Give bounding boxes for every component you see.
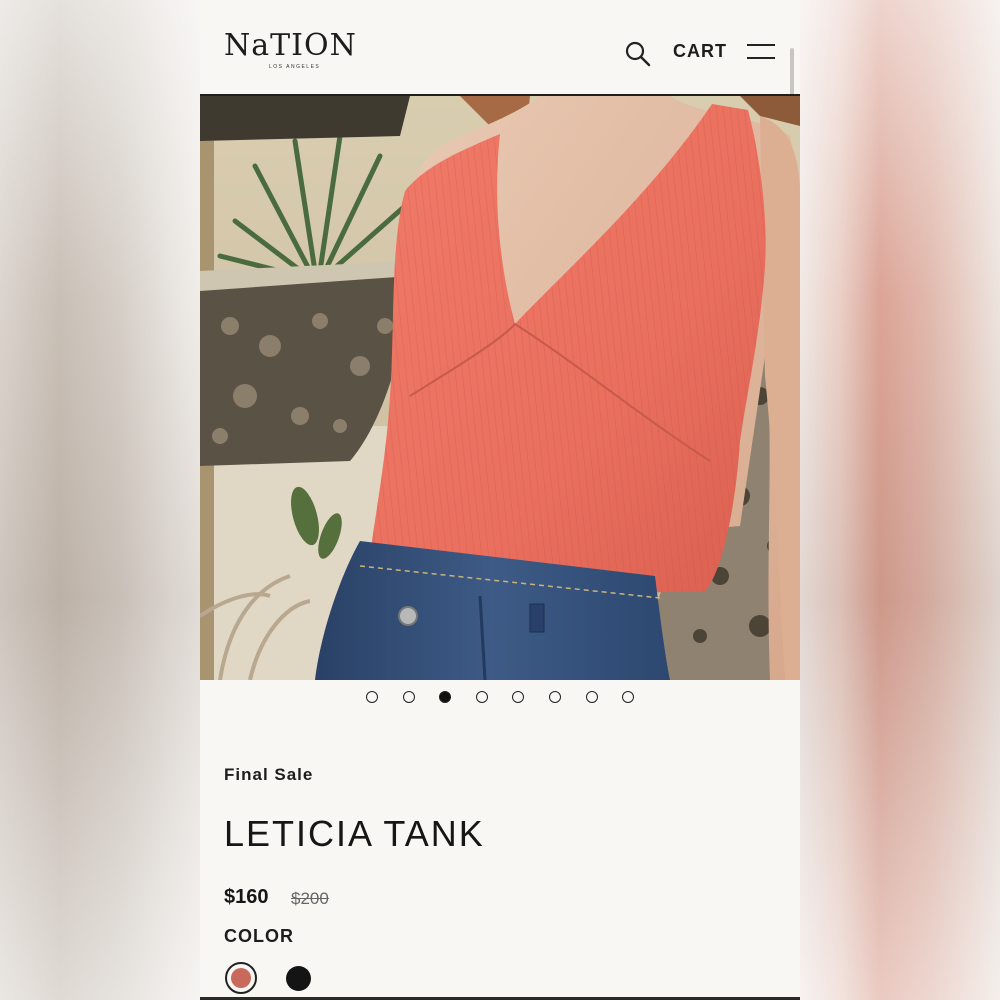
gallery-dot[interactable] <box>549 691 561 703</box>
product-photo <box>200 96 800 680</box>
right-backdrop <box>800 0 1000 1000</box>
search-button[interactable] <box>624 40 652 68</box>
gallery-dot[interactable] <box>366 691 378 703</box>
product-image[interactable] <box>200 96 800 680</box>
gallery-dot[interactable] <box>476 691 488 703</box>
gallery-dot[interactable] <box>586 691 598 703</box>
product-page: NaTION LOS ANGELES CART Final Sale LETIC… <box>200 0 800 1000</box>
original-price: $200 <box>291 889 329 908</box>
gallery-pagination <box>200 691 800 707</box>
gallery-dot-active[interactable] <box>439 691 451 703</box>
sale-badge: Final Sale <box>224 765 314 784</box>
color-swatch-black[interactable] <box>286 966 311 991</box>
brand-logo-subtext: LOS ANGELES <box>269 64 321 70</box>
gallery-dot[interactable] <box>622 691 634 703</box>
product-title: LETICIA TANK <box>224 813 485 854</box>
site-header: NaTION LOS ANGELES CART <box>200 0 800 310</box>
color-label: COLOR <box>224 926 294 946</box>
brand-logo[interactable]: NaTION <box>224 30 357 62</box>
cart-link[interactable]: CART <box>673 41 727 62</box>
search-icon <box>625 41 651 67</box>
left-backdrop <box>0 0 200 1000</box>
gallery-dot[interactable] <box>403 691 415 703</box>
color-swatch-coral[interactable] <box>225 962 257 994</box>
menu-button[interactable] <box>747 44 777 62</box>
gallery-dot[interactable] <box>512 691 524 703</box>
sale-price: $160 <box>224 886 269 908</box>
